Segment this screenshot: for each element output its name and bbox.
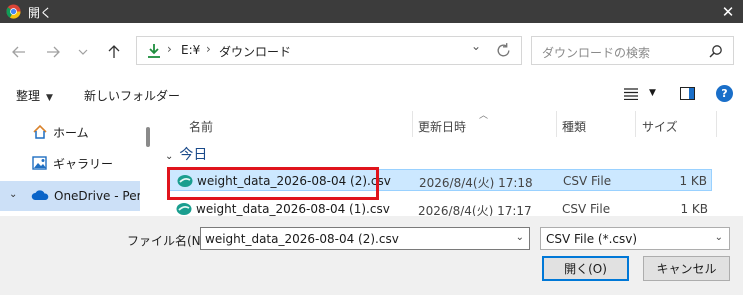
sidebar-item-gallery[interactable]: ギャラリー bbox=[0, 151, 140, 175]
download-folder-icon bbox=[148, 44, 160, 58]
cloud-icon bbox=[31, 190, 49, 200]
column-header-size[interactable]: サイズ bbox=[636, 111, 716, 137]
sidebar-item-label: OneDrive - Personal bbox=[54, 189, 140, 203]
breadcrumb-separator: › bbox=[167, 42, 172, 56]
caret-down-icon: ▼ bbox=[46, 93, 53, 103]
column-divider[interactable] bbox=[716, 111, 717, 137]
chevron-down-icon bbox=[78, 49, 88, 55]
sidebar-item-onedrive[interactable]: ⌄ OneDrive - Personal bbox=[0, 181, 140, 211]
column-header-date[interactable]: 更新日時 bbox=[413, 111, 556, 137]
window-title: 開く bbox=[28, 6, 53, 20]
sidebar-item-label: ホーム bbox=[53, 125, 89, 140]
navigation-pane: ホーム ギャラリー ⌄ OneDrive - Personal bbox=[0, 111, 157, 216]
file-name: weight_data_2026-08-04 (1).csv bbox=[196, 202, 390, 216]
breadcrumb-drive[interactable]: E:¥ bbox=[181, 43, 200, 57]
dialog-footer: ファイル名(N): weight_data_2026-08-04 (2).csv… bbox=[0, 216, 743, 295]
navigation-bar: › E:¥ › ダウンロード ⌄ ダウンロードの検索 bbox=[0, 23, 743, 79]
file-type-value: CSV File (*.csv) bbox=[546, 232, 638, 246]
chevron-down-icon: ⌄ bbox=[165, 151, 174, 162]
help-icon[interactable]: ? bbox=[716, 85, 733, 102]
refresh-icon[interactable] bbox=[495, 42, 512, 59]
open-button[interactable]: 開く(O) bbox=[542, 256, 629, 281]
breadcrumb-downloads[interactable]: ダウンロード bbox=[219, 43, 291, 60]
home-icon bbox=[33, 124, 47, 139]
file-type-select[interactable]: CSV File (*.csv) ⌄ bbox=[540, 227, 730, 250]
search-input[interactable]: ダウンロードの検索 bbox=[531, 36, 734, 65]
column-header-type[interactable]: 種類 bbox=[557, 111, 635, 137]
column-header-label: 種類 bbox=[562, 120, 587, 134]
breadcrumb-separator: › bbox=[206, 42, 211, 56]
command-bar: 整理 ▼ 新しいフォルダー ▼ ? bbox=[0, 79, 743, 111]
address-dropdown[interactable]: ⌄ bbox=[471, 39, 481, 53]
chrome-icon bbox=[6, 4, 21, 19]
close-button[interactable]: ✕ bbox=[713, 0, 743, 23]
group-label: 今日 bbox=[179, 147, 208, 163]
recent-locations-button[interactable] bbox=[72, 41, 94, 63]
new-folder-button[interactable]: 新しいフォルダー bbox=[84, 87, 180, 104]
file-type: CSV File bbox=[562, 202, 611, 216]
title-bar: 開く ✕ bbox=[0, 0, 743, 23]
sidebar-scrollbar[interactable] bbox=[146, 127, 150, 147]
new-folder-label: 新しいフォルダー bbox=[84, 89, 181, 103]
column-header-name[interactable]: 名前 bbox=[157, 111, 412, 137]
search-icon bbox=[709, 45, 722, 58]
file-size: 1 KB bbox=[680, 202, 708, 216]
chevron-down-icon[interactable]: ⌄ bbox=[516, 232, 524, 243]
organize-button[interactable]: 整理 ▼ bbox=[16, 87, 53, 104]
arrow-up-icon bbox=[108, 45, 120, 58]
column-header-label: サイズ bbox=[642, 120, 678, 134]
address-bar[interactable]: › E:¥ › ダウンロード ⌄ bbox=[136, 36, 522, 65]
preview-pane-icon[interactable] bbox=[680, 87, 695, 100]
search-placeholder: ダウンロードの検索 bbox=[542, 46, 651, 60]
caret-down-icon[interactable]: ▼ bbox=[649, 88, 656, 98]
group-header-today[interactable]: ⌄ 今日 bbox=[165, 144, 207, 164]
chevron-down-icon: ⌄ bbox=[714, 232, 723, 243]
filename-label: ファイル名(N): bbox=[127, 234, 210, 248]
column-header-label: 更新日時 bbox=[418, 120, 467, 134]
column-header-label: 名前 bbox=[189, 120, 214, 134]
forward-button[interactable] bbox=[42, 41, 64, 63]
cancel-button[interactable]: キャンセル bbox=[643, 256, 730, 281]
file-type: CSV File bbox=[563, 174, 612, 188]
file-size: 1 KB bbox=[679, 174, 707, 188]
file-date: 2026/8/4(火) 17:18 bbox=[419, 176, 533, 190]
organize-label: 整理 bbox=[16, 89, 41, 103]
file-list: 名前 ︿ 更新日時 種類 サイズ ⌄ 今日 weight_data_2026-08… bbox=[157, 111, 743, 218]
gallery-icon bbox=[32, 156, 47, 170]
view-menu-icon[interactable] bbox=[624, 88, 638, 100]
up-button[interactable] bbox=[103, 41, 125, 63]
filename-value: weight_data_2026-08-04 (2).csv bbox=[205, 232, 399, 246]
arrow-right-icon bbox=[47, 46, 60, 58]
sidebar-item-home[interactable]: ホーム bbox=[0, 120, 140, 144]
filename-field[interactable]: weight_data_2026-08-04 (2).csv ⌄ bbox=[200, 227, 530, 250]
chevron-down-icon[interactable]: ⌄ bbox=[9, 189, 17, 200]
csv-file-icon bbox=[176, 203, 192, 215]
arrow-left-icon bbox=[12, 46, 25, 58]
sidebar-item-label: ギャラリー bbox=[53, 156, 114, 171]
back-button[interactable] bbox=[8, 41, 30, 63]
highlight-annotation-box bbox=[167, 167, 379, 200]
